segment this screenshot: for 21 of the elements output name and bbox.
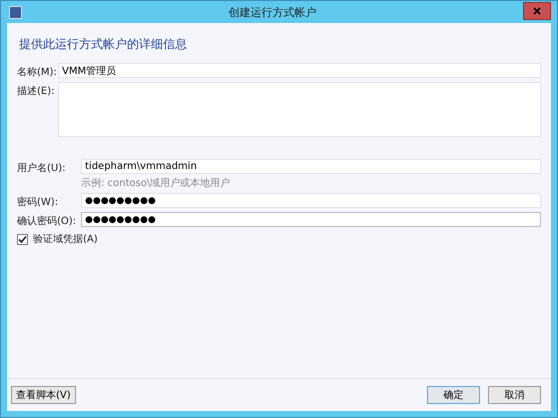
input-field[interactable]: tidepharm\vmmadmin [81, 159, 541, 174]
field-label: 名称(M): [17, 66, 58, 79]
hint-text: 示例: contoso\域用户或本地用户 [81, 176, 232, 190]
section-heading: 提供此运行方式帐户的详细信息 [19, 36, 188, 53]
close-icon [533, 6, 541, 14]
window-title: 创建运行方式帐户 [228, 4, 318, 20]
dialog-button[interactable]: 查看脚本(V) [11, 386, 76, 404]
field-label: 描述(E): [17, 84, 56, 98]
field-label: 用户名(U): [17, 162, 66, 175]
field-label: 密码(W): [17, 196, 60, 209]
password-field[interactable]: ●●●●●●●●● [81, 212, 541, 227]
checkbox-label: 验证域凭据(A) [33, 232, 98, 246]
input-field[interactable]: VMM管理员 [58, 63, 541, 78]
password-field[interactable]: ●●●●●●●●● [81, 193, 541, 208]
description-field[interactable] [58, 82, 541, 137]
app-icon [9, 6, 22, 18]
field-label: 确认密码(O): [17, 214, 78, 228]
dialog-button[interactable]: 取消 [488, 386, 541, 404]
checkbox[interactable] [17, 234, 28, 244]
close-button[interactable] [523, 2, 551, 20]
dialog-button[interactable]: 确定 [427, 386, 480, 404]
